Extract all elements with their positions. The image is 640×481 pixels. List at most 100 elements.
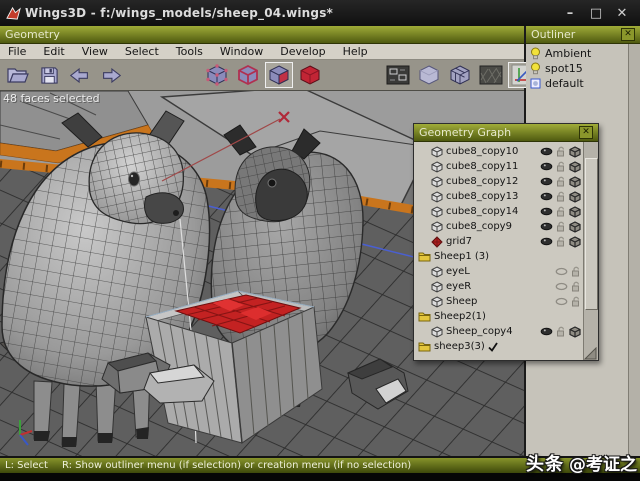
wire-cube-dark-icon[interactable] bbox=[569, 205, 581, 218]
graph-row[interactable]: cube8_copy11 bbox=[414, 159, 584, 174]
undo-button[interactable] bbox=[66, 62, 94, 88]
wire-cube-icon bbox=[431, 160, 443, 173]
lock-icon[interactable] bbox=[556, 176, 566, 187]
graph-row-label: cube8_copy13 bbox=[446, 191, 519, 202]
wire-cube-dark-icon[interactable] bbox=[569, 145, 581, 158]
scrollbar-thumb[interactable] bbox=[585, 158, 598, 310]
graph-row[interactable]: eyeR bbox=[414, 279, 584, 294]
lock-icon[interactable] bbox=[571, 266, 581, 277]
maximize-icon[interactable]: □ bbox=[586, 4, 606, 22]
menu-item-tools[interactable]: Tools bbox=[176, 45, 203, 58]
lock-icon[interactable] bbox=[556, 191, 566, 202]
wire-cube-icon bbox=[431, 325, 443, 338]
geometry-pane-header[interactable]: Geometry bbox=[0, 26, 524, 44]
red-grid-icon bbox=[431, 235, 443, 248]
lock-icon[interactable] bbox=[556, 146, 566, 157]
eye-closed-icon[interactable] bbox=[555, 267, 568, 276]
redo-button[interactable] bbox=[97, 62, 125, 88]
graph-row[interactable]: grid7 bbox=[414, 234, 584, 249]
minimize-icon[interactable]: – bbox=[560, 4, 580, 22]
folder-icon bbox=[418, 341, 431, 352]
eye-open-icon[interactable] bbox=[540, 237, 553, 246]
menu-item-develop[interactable]: Develop bbox=[280, 45, 325, 58]
lock-icon[interactable] bbox=[571, 281, 581, 292]
geometry-graph-close-icon[interactable]: ✕ bbox=[579, 126, 593, 139]
wire-cube-icon bbox=[431, 175, 443, 188]
wire-cube-dark-icon[interactable] bbox=[569, 325, 581, 338]
geometry-graph-header[interactable]: Geometry Graph ✕ bbox=[414, 124, 598, 142]
graph-row-label: sheep3(3) bbox=[434, 341, 485, 352]
eye-closed-icon[interactable] bbox=[555, 282, 568, 291]
view-mode-toggle-button[interactable] bbox=[384, 62, 412, 88]
graph-row[interactable]: sheep3(3) bbox=[414, 339, 584, 354]
outliner-close-icon[interactable]: ✕ bbox=[621, 28, 635, 41]
lock-icon[interactable] bbox=[571, 296, 581, 307]
toolbar-view-group bbox=[384, 62, 536, 88]
menu-item-select[interactable]: Select bbox=[125, 45, 159, 58]
wire-cube-dark-icon[interactable] bbox=[569, 160, 581, 173]
graph-row[interactable]: cube8_copy12 bbox=[414, 174, 584, 189]
ground-plane-toggle-button[interactable] bbox=[477, 62, 505, 88]
graph-row-label: cube8_copy9 bbox=[446, 221, 512, 232]
eye-open-icon[interactable] bbox=[540, 327, 553, 336]
watermark-brand: 头条 bbox=[526, 454, 564, 475]
wire-cube-icon bbox=[431, 295, 443, 308]
wire-cube-dark-icon[interactable] bbox=[569, 220, 581, 233]
smooth-preview-toggle-button[interactable] bbox=[415, 62, 443, 88]
close-icon[interactable]: ✕ bbox=[612, 4, 632, 22]
eye-open-icon[interactable] bbox=[540, 177, 553, 186]
body-select-mode-button[interactable] bbox=[296, 62, 324, 88]
lock-icon[interactable] bbox=[556, 221, 566, 232]
geometry-graph-scrollbar[interactable] bbox=[583, 142, 598, 360]
wire-cube-dark-icon[interactable] bbox=[569, 235, 581, 248]
lock-icon[interactable] bbox=[556, 206, 566, 217]
wire-cube-dark-icon[interactable] bbox=[569, 190, 581, 203]
edge-select-mode-button[interactable] bbox=[234, 62, 262, 88]
menu-item-view[interactable]: View bbox=[82, 45, 108, 58]
outliner-scrollbar[interactable] bbox=[628, 44, 640, 458]
resize-grip-icon[interactable] bbox=[584, 347, 597, 360]
graph-row[interactable]: cube8_copy10 bbox=[414, 144, 584, 159]
vertex-select-mode-button[interactable] bbox=[203, 62, 231, 88]
outliner-item-default[interactable]: default bbox=[526, 76, 640, 91]
outliner-title: Outliner bbox=[531, 28, 576, 41]
graph-row-label: cube8_copy10 bbox=[446, 146, 519, 157]
window-title: Wings3D - f:/wings_models/sheep_04.wings… bbox=[25, 6, 334, 20]
graph-row[interactable]: cube8_copy13 bbox=[414, 189, 584, 204]
eye-closed-icon[interactable] bbox=[555, 297, 568, 306]
outliner-item-ambient[interactable]: Ambient bbox=[526, 46, 640, 61]
outliner-item-spot15[interactable]: spot15 bbox=[526, 61, 640, 76]
wire-cube-icon bbox=[431, 220, 443, 233]
menu-item-window[interactable]: Window bbox=[220, 45, 263, 58]
title-bar: Wings3D - f:/wings_models/sheep_04.wings… bbox=[0, 0, 640, 26]
lock-icon[interactable] bbox=[556, 161, 566, 172]
graph-row[interactable]: Sheep2(1) bbox=[414, 309, 584, 324]
menu-item-help[interactable]: Help bbox=[343, 45, 368, 58]
eye-open-icon[interactable] bbox=[540, 147, 553, 156]
menu-item-file[interactable]: File bbox=[8, 45, 26, 58]
graph-row[interactable]: Sheep bbox=[414, 294, 584, 309]
eye-open-icon[interactable] bbox=[540, 207, 553, 216]
graph-row[interactable]: cube8_copy9 bbox=[414, 219, 584, 234]
eye-open-icon[interactable] bbox=[540, 222, 553, 231]
graph-row[interactable]: Sheep1 (3) bbox=[414, 249, 584, 264]
graph-row[interactable]: Sheep_copy4 bbox=[414, 324, 584, 339]
graph-row[interactable]: cube8_copy14 bbox=[414, 204, 584, 219]
wireframe-toggle-button[interactable] bbox=[446, 62, 474, 88]
face-select-mode-button[interactable] bbox=[265, 62, 293, 88]
wire-cube-dark-icon[interactable] bbox=[569, 175, 581, 188]
outliner-items: Ambient spot15 default bbox=[526, 46, 640, 91]
lock-icon[interactable] bbox=[556, 326, 566, 337]
light-icon bbox=[530, 47, 541, 60]
eye-open-icon[interactable] bbox=[540, 162, 553, 171]
open-button[interactable] bbox=[4, 62, 32, 88]
watermark: 头条 @考证之 bbox=[526, 450, 637, 476]
lock-icon[interactable] bbox=[556, 236, 566, 247]
geometry-graph-window: Geometry Graph ✕ cube8_copy10 cube8_copy1… bbox=[413, 123, 599, 361]
outliner-header[interactable]: Outliner ✕ bbox=[526, 26, 640, 44]
eye-open-icon[interactable] bbox=[540, 192, 553, 201]
save-button[interactable] bbox=[35, 62, 63, 88]
graph-row[interactable]: eyeL bbox=[414, 264, 584, 279]
menu-item-edit[interactable]: Edit bbox=[43, 45, 64, 58]
folder-icon bbox=[418, 311, 431, 322]
